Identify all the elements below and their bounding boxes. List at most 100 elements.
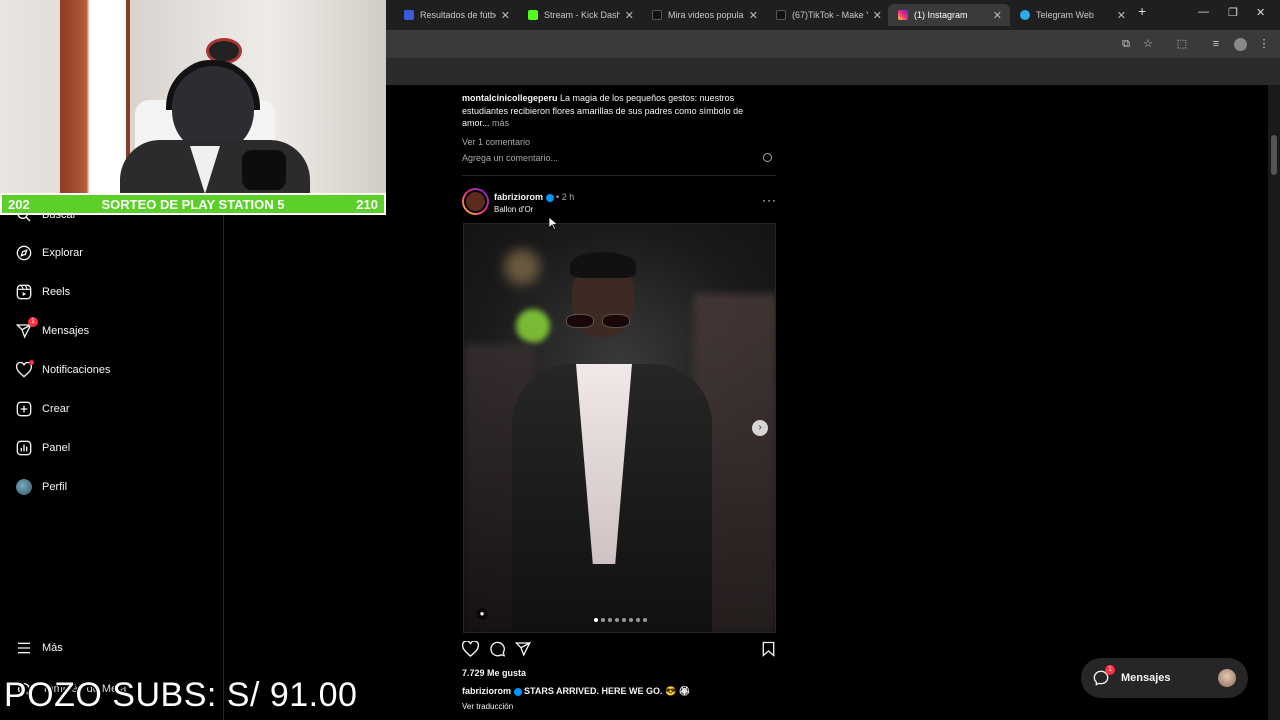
heart-icon [15, 360, 34, 378]
next-slide-icon[interactable]: › [752, 420, 768, 436]
sidebar-item-create[interactable]: Crear [16, 401, 70, 417]
post-location[interactable]: Ballon d'Or [494, 205, 533, 214]
tab-telegram[interactable]: Telegram Web ✕ [1010, 4, 1134, 26]
post-author-line: fabriziorom • 2 h [494, 191, 574, 204]
install-app-icon[interactable]: ⧉ [1120, 38, 1132, 50]
stream-score-bar: 202 SORTEO DE PLAY STATION 5 210 [0, 193, 386, 215]
translate-link[interactable]: Ver traducción [462, 702, 513, 711]
tab-tiktok[interactable]: (67)TikTok - Make Yo ✕ [766, 4, 890, 26]
score-left: 202 [8, 196, 30, 212]
extensions-icon[interactable]: ⬚ [1176, 38, 1188, 50]
sidebar-item-messages[interactable]: 1 Mensajes [15, 317, 90, 339]
caption-text: STARS ARRIVED. HERE WE GO. 😎 🏵 [524, 686, 691, 696]
notification-dot [29, 360, 34, 365]
prev-post-username[interactable]: montalcinicollegeperu [462, 93, 558, 103]
headphones-icon [166, 60, 260, 110]
view-comments-link[interactable]: Ver 1 comentario [462, 136, 530, 149]
post-caption: fabriziorom STARS ARRIVED. HERE WE GO. 😎… [462, 685, 690, 698]
stream-title: SORTEO DE PLAY STATION 5 [101, 196, 285, 212]
page-scrollbar[interactable] [1268, 85, 1280, 720]
instagram-icon [898, 10, 908, 20]
sidebar-item-label: Perfil [42, 481, 68, 493]
post-username[interactable]: fabriziorom [494, 192, 543, 202]
instagram-sidebar: Buscar Explorar Reels 1 Mensajes Notific… [0, 208, 224, 720]
bookmark-star-icon[interactable]: ☆ [1142, 38, 1154, 50]
notification-badge: 1 [1105, 665, 1115, 675]
more-options-icon[interactable]: ··· [762, 193, 777, 207]
sidebar-item-explore[interactable]: Explorar [16, 245, 83, 261]
tab-favicon [404, 10, 414, 20]
sidebar-item-notifications[interactable]: Notificaciones [15, 360, 111, 378]
bokeh-light [504, 249, 540, 285]
messenger-icon: 1 [1093, 665, 1115, 686]
menu-icon[interactable]: ⋮ [1258, 38, 1270, 50]
save-bookmark-icon[interactable] [762, 641, 775, 662]
comment-icon[interactable] [489, 641, 506, 662]
tab-label: Stream - Kick Dashbo [544, 10, 620, 20]
tab-label: (67)TikTok - Make Yo [792, 10, 868, 20]
sidebar-item-more[interactable]: Más [16, 640, 63, 656]
close-icon[interactable]: ✕ [993, 9, 1002, 22]
close-icon[interactable]: ✕ [749, 9, 758, 22]
sidebar-item-reels[interactable]: Reels [16, 284, 70, 300]
emoji-icon[interactable] [763, 153, 772, 162]
tab-label: Mira videos popular [668, 10, 744, 20]
compass-icon [16, 245, 32, 261]
verified-badge-icon [545, 193, 554, 202]
sidebar-item-panel[interactable]: Panel [16, 440, 70, 456]
verified-badge-icon [513, 687, 522, 696]
close-icon[interactable]: ✕ [873, 9, 882, 22]
likes-count[interactable]: 7.729 Me gusta [462, 667, 526, 680]
mouse-cursor-icon [548, 216, 559, 235]
tab-kick[interactable]: Stream - Kick Dashbo ✕ [518, 4, 642, 26]
caption-username[interactable]: fabriziorom [462, 686, 511, 696]
messenger-icon: 1 [15, 317, 38, 339]
close-icon[interactable]: ✕ [625, 9, 634, 22]
notification-badge: 1 [28, 317, 38, 327]
sidebar-item-label: Panel [42, 442, 71, 454]
bokeh-light [516, 309, 550, 343]
sidebar-item-label: Crear [42, 403, 70, 415]
webcam-door [60, 0, 130, 194]
post-image[interactable]: › ● [463, 223, 776, 633]
tab-tiktok-videos[interactable]: Mira videos popular ✕ [642, 4, 766, 26]
bookmarks-bar [386, 58, 1280, 85]
new-tab-button[interactable]: + [1138, 3, 1146, 19]
tagged-user-icon[interactable]: ● [476, 608, 488, 620]
media-control-icon[interactable]: ≡ [1210, 38, 1222, 50]
pozo-subs-overlay: POZO SUBS: S/ 91.00 [4, 676, 358, 714]
scrollbar-thumb[interactable] [1271, 135, 1277, 175]
close-icon[interactable]: ✕ [1117, 9, 1126, 22]
telegram-icon [1020, 10, 1030, 20]
sidebar-item-profile[interactable]: Perfil [16, 479, 67, 495]
restore-button[interactable]: ❐ [1228, 6, 1238, 19]
avatar [16, 479, 32, 495]
sidebar-item-label: Notificaciones [42, 364, 111, 376]
prev-post-caption: montalcinicollegeperu La magia de los pe… [462, 92, 762, 130]
tab-instagram[interactable]: (1) Instagram ✕ [888, 4, 1010, 26]
browser-tab-bar: Resultados de fútbol ✕ Stream - Kick Das… [386, 0, 1280, 30]
hamburger-menu-icon [16, 640, 32, 656]
post-author-avatar[interactable] [462, 188, 489, 215]
post-divider [462, 175, 776, 176]
tiktok-icon [776, 10, 786, 20]
tab-resultados[interactable]: Resultados de fútbol ✕ [394, 4, 518, 26]
sidebar-item-label: Explorar [42, 247, 83, 259]
close-window-button[interactable]: ✕ [1256, 6, 1265, 19]
more-link[interactable]: más [492, 118, 509, 128]
close-icon[interactable]: ✕ [501, 9, 510, 22]
chart-icon [16, 440, 32, 456]
profile-avatar[interactable] [1234, 38, 1247, 51]
messages-pill[interactable]: 1 Mensajes [1081, 658, 1248, 698]
post-time: • 2 h [556, 192, 575, 202]
minimize-button[interactable]: — [1198, 6, 1209, 18]
like-icon[interactable] [461, 640, 480, 662]
messages-pill-label: Mensajes [1121, 672, 1171, 684]
browser-toolbar: ⧉ ☆ ⬚ ≡ ⋮ [386, 30, 1280, 58]
sidebar-item-label: Mensajes [42, 325, 90, 337]
score-right: 210 [356, 196, 378, 212]
share-icon[interactable] [514, 641, 532, 662]
add-comment-input[interactable]: Agrega un comentario... [462, 152, 558, 165]
reels-icon [16, 284, 32, 300]
sunglasses-icon [564, 314, 634, 330]
